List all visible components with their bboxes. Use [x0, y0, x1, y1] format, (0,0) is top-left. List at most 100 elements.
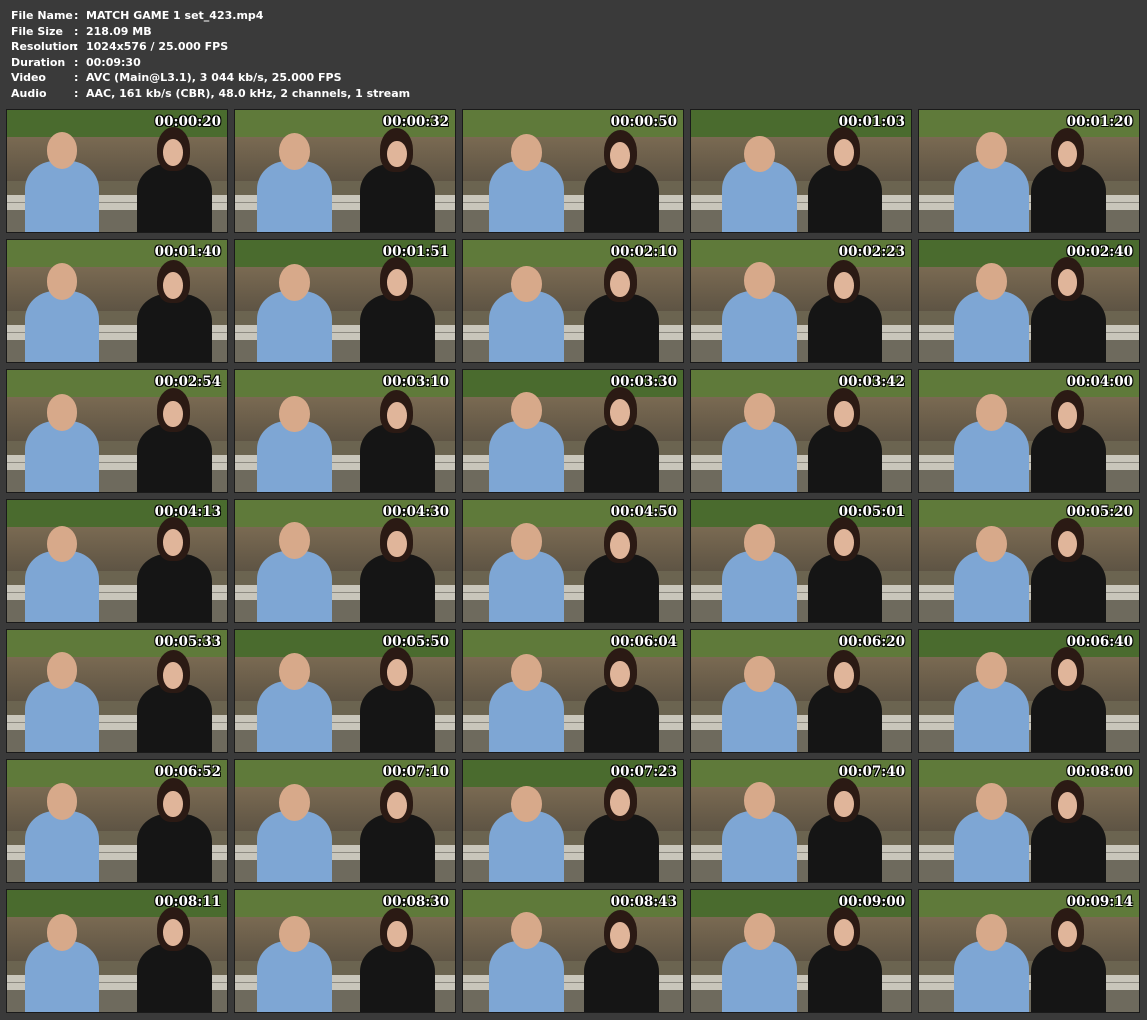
person-face: [834, 919, 854, 947]
thumbnail-timestamp: 00:06:40: [1066, 634, 1133, 650]
person-head: [511, 911, 543, 949]
info-label: Duration: [11, 55, 66, 69]
thumbnail-timestamp: 00:05:20: [1066, 504, 1133, 520]
person-black-jacket: [136, 943, 212, 1012]
thumbnail-grid: 00:00:20 00:00:32 00:00:50 00:01:03 00:01:20…: [6, 109, 1140, 1013]
person-head: [976, 394, 1007, 431]
thumbnail-timestamp: 00:04:00: [1066, 374, 1133, 390]
video-thumbnail: 00:08:11: [6, 889, 228, 1013]
thumbnail-timestamp: 00:08:43: [610, 894, 677, 910]
person-black-jacket: [584, 943, 659, 1012]
person-face: [386, 920, 407, 948]
info-label: Video: [11, 71, 46, 85]
thumbnail-timestamp: 00:07:23: [610, 764, 677, 780]
person-blue-shirt: [954, 421, 1029, 492]
thumbnail-timestamp: 00:01:03: [838, 114, 905, 130]
person-head: [279, 133, 310, 170]
bench: [919, 715, 1139, 731]
info-label: File Name: [11, 9, 73, 22]
person-blue-shirt: [257, 681, 332, 752]
person-black-jacket: [360, 293, 436, 362]
person-head: [46, 394, 78, 431]
info-separator: :: [74, 40, 79, 54]
info-label: File Size: [11, 24, 63, 38]
thumbnail-timestamp: 00:06:04: [610, 634, 677, 650]
video-thumbnail: 00:08:30: [234, 889, 456, 1013]
person-head: [46, 131, 78, 169]
thumbnail-timestamp: 00:02:23: [838, 244, 905, 260]
person-blue-shirt: [257, 291, 332, 362]
person-black-jacket: [584, 423, 659, 492]
person-face: [163, 271, 183, 299]
thumbnail-timestamp: 00:03:42: [838, 374, 905, 390]
person-blue-shirt: [257, 811, 332, 882]
info-value: AVC (Main@L3.1), 3 044 kb/s, 25.000 FPS: [86, 71, 342, 85]
person-blue-shirt: [257, 161, 332, 232]
person-black-jacket: [360, 683, 436, 752]
video-thumbnail: 00:02:40: [918, 239, 1140, 363]
person-face: [610, 531, 631, 559]
person-blue-shirt: [954, 161, 1029, 232]
person-blue-shirt: [721, 551, 797, 622]
garden-wall: [919, 266, 1139, 311]
person-blue-shirt: [489, 551, 565, 622]
video-thumbnail: 00:03:30: [462, 369, 684, 493]
bench: [919, 845, 1139, 861]
thumbnail-timestamp: 00:08:11: [154, 894, 221, 910]
info-row-duration: Duration : 00:09:30: [11, 55, 410, 71]
person-head: [511, 391, 543, 429]
person-head: [511, 523, 543, 560]
person-head: [743, 135, 775, 173]
bench: [919, 455, 1139, 471]
person-head: [46, 263, 78, 300]
person-face: [163, 790, 183, 818]
person-face: [163, 661, 183, 689]
person-black-jacket: [807, 943, 883, 1012]
person-head: [279, 264, 310, 301]
video-thumbnail: 00:08:00: [918, 759, 1140, 883]
person-face: [386, 140, 407, 168]
video-thumbnail: 00:04:00: [918, 369, 1140, 493]
thumbnail-timestamp: 00:06:20: [838, 634, 905, 650]
person-black-jacket: [1031, 293, 1106, 362]
person-blue-shirt: [489, 941, 565, 1012]
thumbnail-timestamp: 00:01:20: [1066, 114, 1133, 130]
person-head: [976, 783, 1007, 820]
garden-wall: [691, 136, 911, 181]
person-black-jacket: [584, 683, 659, 752]
person-black-jacket: [1031, 553, 1106, 622]
video-thumbnail: 00:06:52: [6, 759, 228, 883]
thumbnail-timestamp: 00:07:10: [382, 764, 449, 780]
person-face: [834, 790, 854, 818]
bench: [919, 975, 1139, 991]
person-head: [511, 265, 543, 303]
person-face: [834, 661, 854, 689]
ground: [919, 730, 1139, 752]
garden-wall: [919, 396, 1139, 441]
video-thumbnail: 00:01:40: [6, 239, 228, 363]
person-blue-shirt: [721, 941, 797, 1012]
video-thumbnail: 00:05:20: [918, 499, 1140, 623]
thumbnail-timestamp: 00:04:13: [154, 504, 221, 520]
person-face: [610, 141, 631, 169]
person-black-jacket: [807, 553, 883, 622]
person-face: [386, 791, 407, 819]
thumbnail-timestamp: 00:01:51: [382, 244, 449, 260]
garden-wall: [691, 396, 911, 441]
person-blue-shirt: [489, 421, 565, 492]
person-blue-shirt: [489, 161, 565, 232]
thumbnail-timestamp: 00:01:40: [154, 244, 221, 260]
video-thumbnail: 00:00:32: [234, 109, 456, 233]
info-separator: :: [74, 86, 79, 100]
thumbnail-timestamp: 00:04:30: [382, 504, 449, 520]
person-black-jacket: [1031, 943, 1106, 1012]
person-blue-shirt: [954, 291, 1029, 362]
person-head: [279, 521, 310, 559]
video-thumbnail: 00:06:40: [918, 629, 1140, 753]
person-face: [386, 401, 407, 429]
person-head: [279, 915, 310, 953]
person-face: [386, 659, 407, 687]
ground: [919, 340, 1139, 362]
person-head: [743, 261, 775, 299]
person-black-jacket: [360, 163, 436, 232]
